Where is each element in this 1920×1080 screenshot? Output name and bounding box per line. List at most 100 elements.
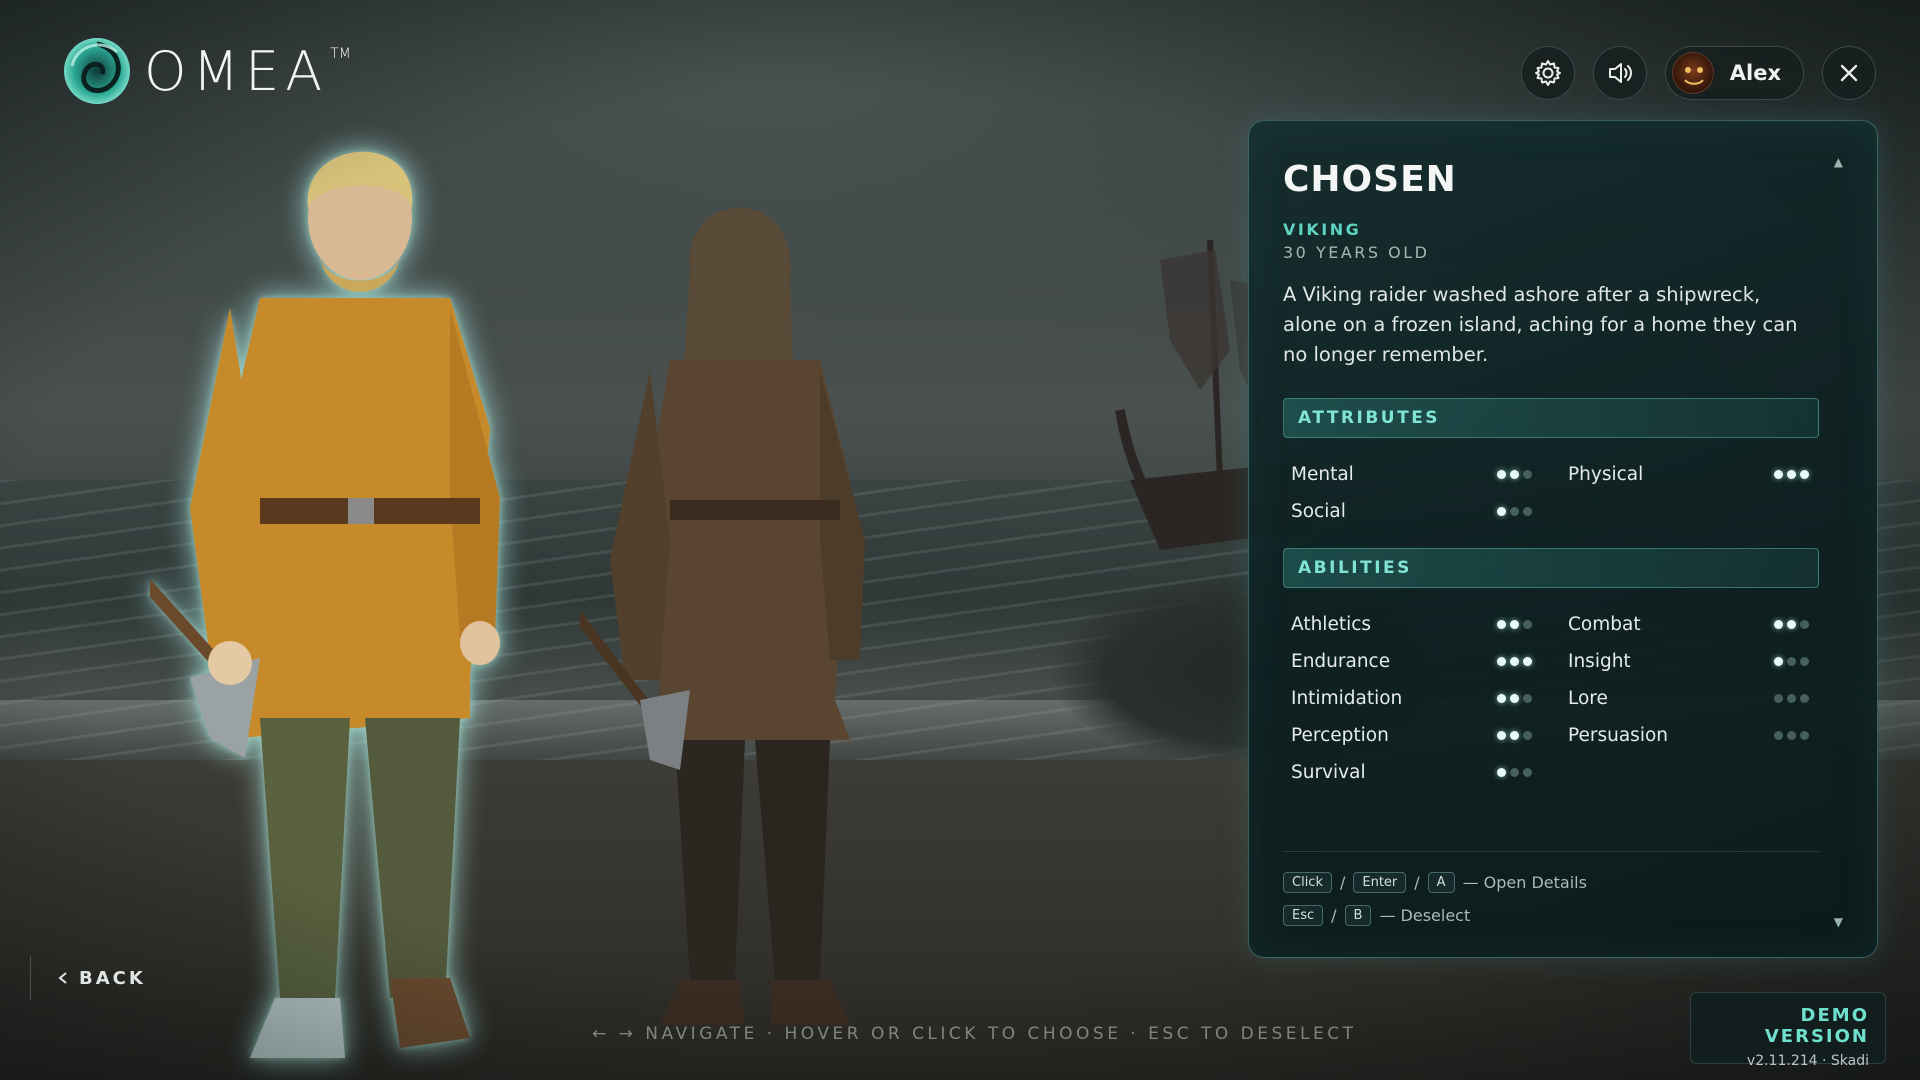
close-button[interactable] bbox=[1822, 46, 1876, 100]
avatar bbox=[1671, 52, 1714, 94]
abilities-insight[interactable]: Insight bbox=[1568, 643, 1809, 680]
stat-level-dots bbox=[1774, 694, 1809, 703]
abilities-perception[interactable]: Perception bbox=[1291, 717, 1532, 754]
stat-label: Endurance bbox=[1291, 651, 1391, 672]
abilities-combat[interactable]: Combat bbox=[1568, 606, 1809, 643]
level-dot bbox=[1523, 657, 1532, 666]
level-dot bbox=[1774, 620, 1783, 629]
settings-button[interactable] bbox=[1520, 46, 1575, 100]
level-dot bbox=[1800, 731, 1809, 740]
abilities-lore[interactable]: Lore bbox=[1568, 680, 1809, 717]
character-chosen-right[interactable] bbox=[580, 180, 880, 1040]
omea-logo: OMEA TM bbox=[62, 36, 351, 106]
stat-label: Intimidation bbox=[1291, 688, 1403, 709]
attributes-mental[interactable]: Mental bbox=[1291, 456, 1532, 493]
chevron-left-icon bbox=[58, 972, 67, 984]
level-dot bbox=[1523, 694, 1532, 703]
abilities-intimidation[interactable]: Intimidation bbox=[1291, 680, 1532, 717]
speaker-icon bbox=[1608, 63, 1632, 83]
sound-button[interactable] bbox=[1592, 46, 1647, 100]
hint-separator: / bbox=[1339, 873, 1346, 892]
attributes-social[interactable]: Social bbox=[1291, 493, 1532, 530]
level-dot bbox=[1510, 768, 1519, 777]
back-button[interactable]: BACK bbox=[30, 956, 166, 1000]
character-name: CHOSEN bbox=[1283, 159, 1457, 200]
level-dot bbox=[1787, 731, 1796, 740]
hint-separator: / bbox=[1331, 906, 1337, 925]
key-enter: Enter bbox=[1353, 872, 1407, 893]
character-detail-panel[interactable]: ▲ CHOSEN VIKING 30 YEARS OLD A Viking ra… bbox=[1248, 120, 1878, 958]
stat-level-dots bbox=[1497, 507, 1532, 516]
abilities-endurance[interactable]: Endurance bbox=[1291, 643, 1532, 680]
level-dot bbox=[1497, 694, 1506, 703]
stat-label: Combat bbox=[1568, 614, 1641, 635]
hint-separator: / bbox=[1414, 873, 1420, 892]
demo-title: DEMO VERSION bbox=[1764, 1005, 1869, 1047]
hint-open-details: Click / Enter / A — Open Details bbox=[1283, 866, 1819, 899]
stat-label: Physical bbox=[1568, 464, 1644, 485]
abilities-header: ABILITIES bbox=[1283, 548, 1819, 588]
stat-level-dots bbox=[1497, 470, 1532, 479]
attributes-physical[interactable]: Physical bbox=[1568, 456, 1809, 493]
level-dot bbox=[1800, 620, 1809, 629]
level-dot bbox=[1800, 657, 1809, 666]
demo-version-badge: DEMO VERSION v2.11.214 · Skadi bbox=[1690, 992, 1886, 1069]
attributes-header: ATTRIBUTES bbox=[1283, 398, 1819, 438]
stat-level-dots bbox=[1497, 657, 1532, 666]
user-profile-button[interactable]: Alex bbox=[1664, 46, 1804, 100]
character-description: A Viking raider washed ashore after a sh… bbox=[1283, 283, 1798, 366]
stat-level-dots bbox=[1774, 731, 1809, 740]
stat-label: Perception bbox=[1291, 725, 1389, 746]
stat-label: Mental bbox=[1291, 464, 1354, 485]
navigation-hint: ← → NAVIGATE · HOVER OR CLICK TO CHOOSE … bbox=[592, 1024, 1357, 1044]
hint-deselect-action: — Deselect bbox=[1379, 906, 1471, 925]
level-dot bbox=[1774, 694, 1783, 703]
level-dot bbox=[1510, 694, 1519, 703]
character-class: VIKING bbox=[1283, 220, 1362, 239]
level-dot bbox=[1774, 731, 1783, 740]
gear-icon bbox=[1534, 60, 1561, 86]
key-a: A bbox=[1427, 872, 1455, 893]
stat-level-dots bbox=[1497, 731, 1532, 740]
level-dot bbox=[1787, 620, 1796, 629]
abilities-list: Athletics Combat Endurance Insight Intimidat… bbox=[1283, 588, 1819, 791]
hint-open-action: — Open Details bbox=[1462, 873, 1587, 892]
level-dot bbox=[1523, 507, 1532, 516]
level-dot bbox=[1510, 657, 1519, 666]
stat-label: Persuasion bbox=[1568, 725, 1669, 746]
level-dot bbox=[1800, 470, 1809, 479]
character-age: 30 YEARS OLD bbox=[1283, 243, 1430, 262]
level-dot bbox=[1510, 620, 1519, 629]
level-dot bbox=[1510, 731, 1519, 740]
abilities-survival[interactable]: Survival bbox=[1291, 754, 1532, 791]
level-dot bbox=[1497, 470, 1506, 479]
logo-trademark: TM bbox=[330, 45, 351, 62]
level-dot bbox=[1497, 507, 1506, 516]
stat-level-dots bbox=[1774, 657, 1809, 666]
level-dot bbox=[1787, 694, 1796, 703]
attributes-list: Mental Physical Social bbox=[1283, 438, 1819, 530]
level-dot bbox=[1787, 470, 1796, 479]
level-dot bbox=[1523, 768, 1532, 777]
abilities-persuasion[interactable]: Persuasion bbox=[1568, 717, 1809, 754]
stat-level-dots bbox=[1497, 694, 1532, 703]
scroll-down-icon[interactable]: ▼ bbox=[1834, 915, 1843, 929]
character-chosen-left[interactable] bbox=[150, 118, 530, 1068]
hint-deselect: Esc / B — Deselect bbox=[1283, 899, 1819, 932]
scroll-up-icon[interactable]: ▲ bbox=[1834, 155, 1843, 169]
logo-wordmark: OMEA TM bbox=[144, 40, 351, 103]
level-dot bbox=[1774, 470, 1783, 479]
stat-label: Lore bbox=[1568, 688, 1608, 709]
key-esc: Esc bbox=[1283, 905, 1324, 926]
demo-version-number: v2.11.214 · Skadi bbox=[1746, 1053, 1869, 1069]
level-dot bbox=[1510, 470, 1519, 479]
abilities-athletics[interactable]: Athletics bbox=[1291, 606, 1532, 643]
level-dot bbox=[1523, 731, 1532, 740]
level-dot bbox=[1523, 620, 1532, 629]
key-b: B bbox=[1344, 905, 1372, 926]
level-dot bbox=[1497, 731, 1506, 740]
level-dot bbox=[1774, 657, 1783, 666]
level-dot bbox=[1523, 470, 1532, 479]
stat-level-dots bbox=[1497, 768, 1532, 777]
top-controls: Alex bbox=[1520, 46, 1876, 100]
